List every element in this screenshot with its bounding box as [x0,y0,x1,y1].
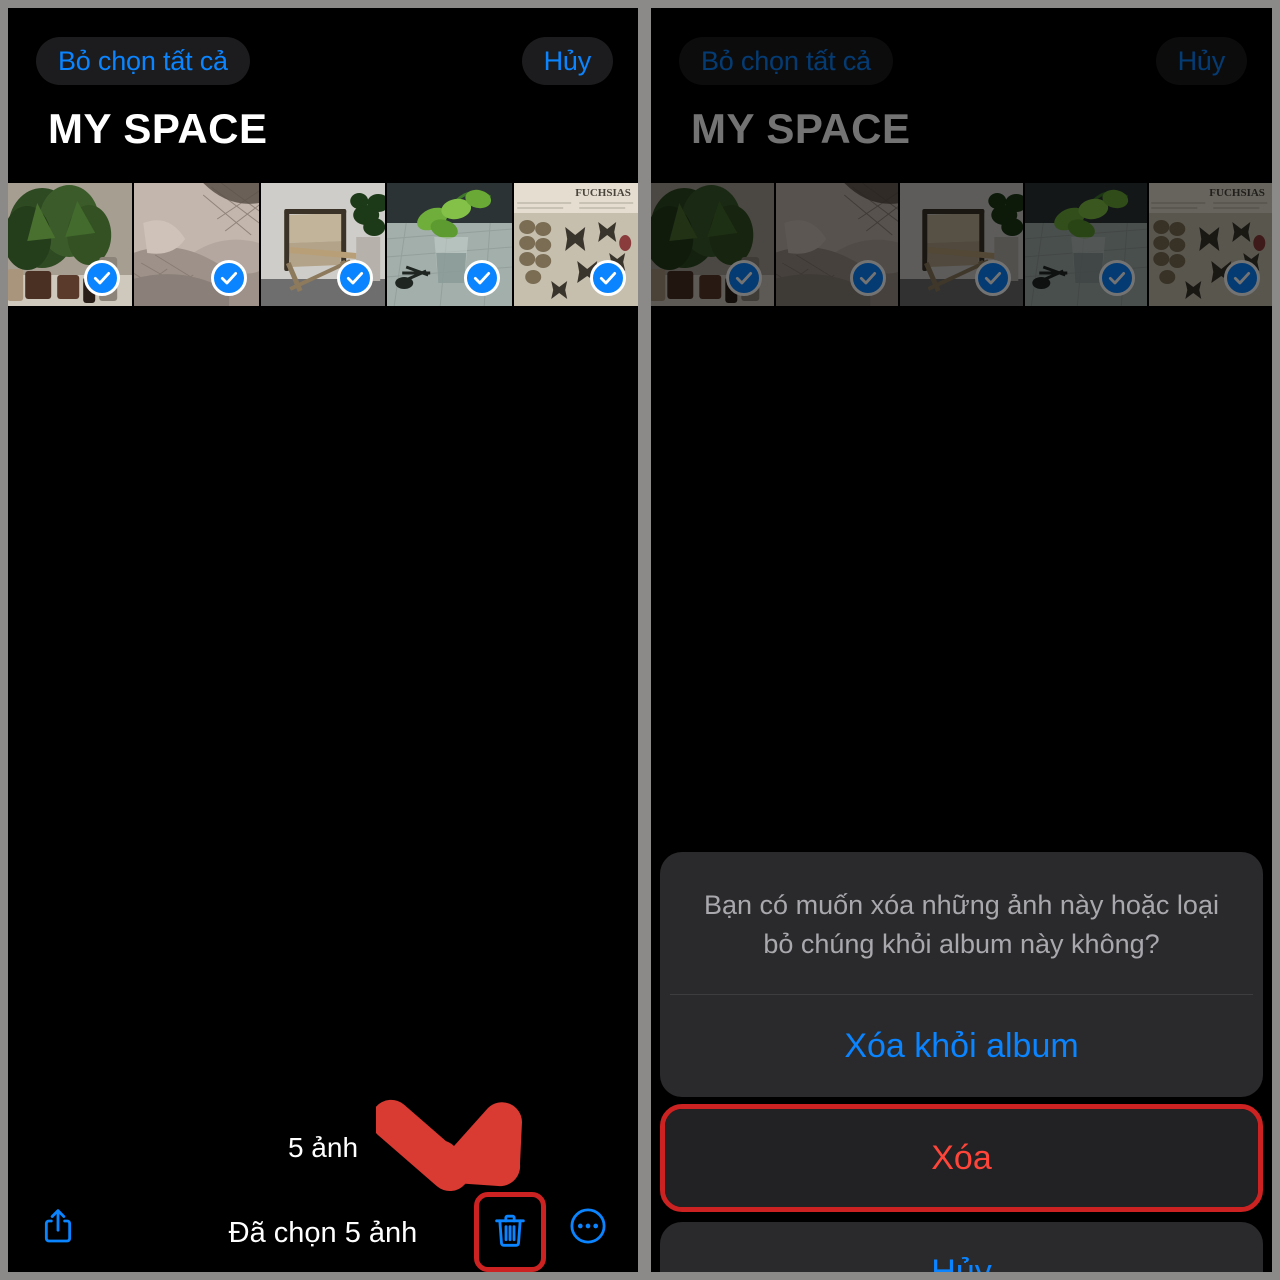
delete-action-highlight: Xóa [660,1104,1263,1213]
check-circle-icon[interactable] [463,260,500,296]
screenshot-stage: Bỏ chọn tất cả Hủy MY SPACE FUCHSIAS 5 ả… [0,0,1280,1280]
photo-thumbnail-camp-chair[interactable] [260,183,386,306]
trash-icon [490,1210,530,1255]
deselect-all-button[interactable]: Bỏ chọn tất cả [36,37,250,85]
trash-button[interactable] [479,1200,541,1264]
navigation-bar: Bỏ chọn tất cả Hủy MY SPACE [8,8,638,183]
delete-action[interactable]: Xóa [665,1109,1258,1208]
action-sheet-message: Bạn có muốn xóa những ảnh này hoặc loại … [704,890,1219,960]
photo-thumbnail-strip: FUCHSIAS [8,183,638,306]
check-circle-icon[interactable] [337,260,374,296]
check-circle-icon[interactable] [210,260,247,296]
page-title: MY SPACE [48,105,268,152]
cancel-button[interactable]: Hủy [521,37,613,85]
more-options-button[interactable] [556,1196,620,1260]
check-circle-icon[interactable] [590,260,627,296]
phone-screenshot-left: Bỏ chọn tất cả Hủy MY SPACE FUCHSIAS 5 ả… [8,8,638,1272]
photo-count-label: 5 ảnh [287,1132,359,1163]
phone-screenshot-right: Bỏ chọn tất cả Hủy MY SPACE [651,8,1272,1272]
remove-from-album-action[interactable]: Xóa khỏi album [660,995,1263,1097]
photos-album-selection-screen: Bỏ chọn tất cả Hủy MY SPACE FUCHSIAS 5 ả… [8,8,638,1272]
action-sheet-group: Bạn có muốn xóa những ảnh này hoặc loại … [660,852,1263,1098]
photo-thumbnail-bedding[interactable] [134,183,259,306]
photo-thumbnail-plant-in-glass[interactable] [387,183,512,306]
selection-toolbar: Đã chọn 5 ảnh [8,1186,638,1272]
svg-text:FUCHSIAS: FUCHSIAS [575,187,631,199]
trash-button-highlight [474,1192,546,1272]
delete-action-sheet: Bạn có muốn xóa những ảnh này hoặc loại … [660,852,1263,1272]
photo-thumbnail-houseplants[interactable] [8,183,133,306]
more-circle-icon [567,1205,609,1252]
photo-thumbnail-butterfly-poster[interactable]: FUCHSIAS [513,183,638,306]
photos-album-delete-confirm-screen: Bỏ chọn tất cả Hủy MY SPACE [651,8,1272,1272]
action-sheet-cancel-button[interactable]: Hủy [660,1222,1263,1272]
